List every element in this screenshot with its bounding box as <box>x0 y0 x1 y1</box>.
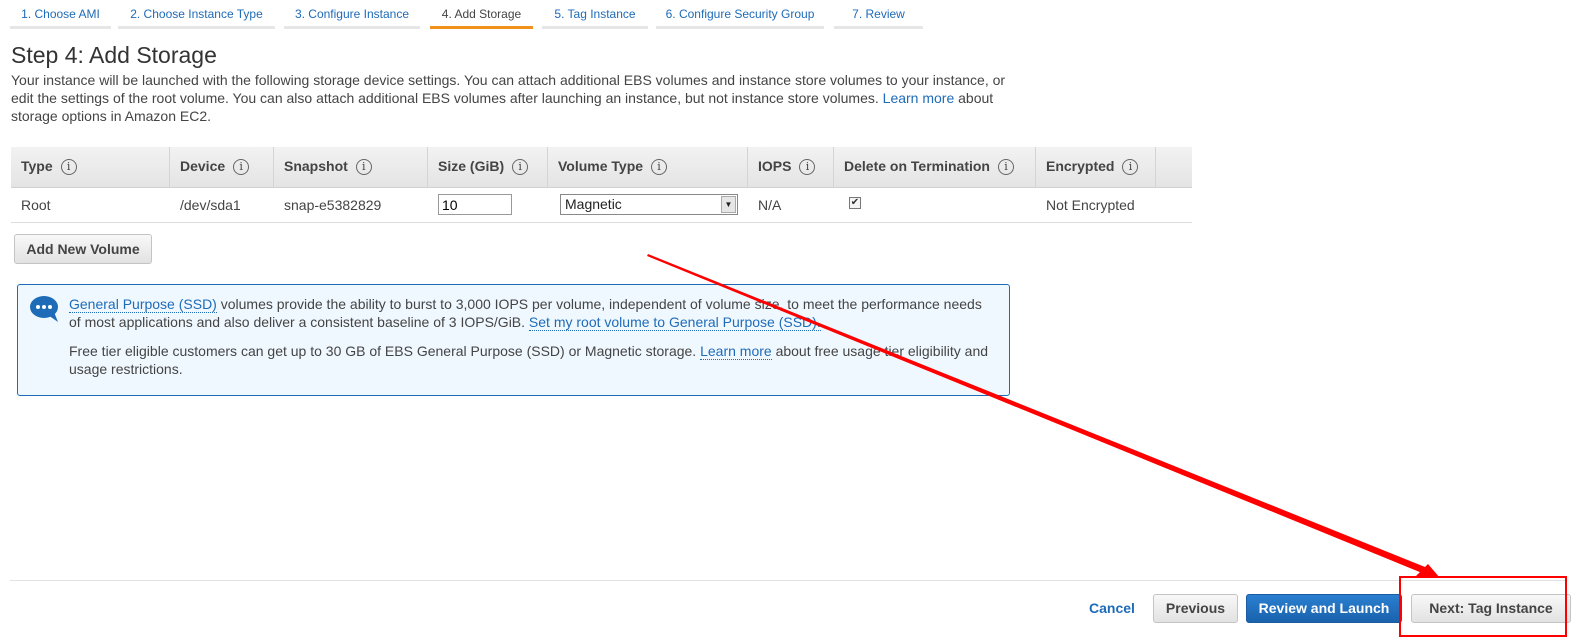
page-title: Step 4: Add Storage <box>11 42 217 68</box>
set-root-volume-link[interactable]: Set my root volume to General Purpose (S… <box>528 314 821 331</box>
info-icon[interactable]: i <box>799 159 816 176</box>
learn-more-link[interactable]: Learn more <box>883 90 955 106</box>
tab-tag-instance[interactable]: 5. Tag Instance <box>542 0 648 29</box>
info-icon[interactable]: i <box>997 159 1014 176</box>
description-text: Your instance will be launched with the … <box>11 72 1006 106</box>
volume-type-select[interactable]: Magnetic ▼ <box>560 194 738 215</box>
volume-type-value: Magnetic <box>565 196 622 212</box>
tab-add-storage[interactable]: 4. Add Storage <box>430 0 533 29</box>
cell-type: Root <box>21 197 51 213</box>
table-row: Root /dev/sda1 snap-e5382829 Magnetic ▼ … <box>11 188 1192 223</box>
column-type[interactable]: Type i <box>11 147 170 187</box>
cancel-link[interactable]: Cancel <box>1089 600 1135 616</box>
column-iops[interactable]: IOPS i <box>748 147 834 187</box>
info-icon[interactable]: i <box>1122 159 1139 176</box>
callout-paragraph-1: General Purpose (SSD) volumes provide th… <box>69 295 989 331</box>
column-snapshot[interactable]: Snapshot i <box>274 147 428 187</box>
cell-device: /dev/sda1 <box>180 197 241 213</box>
column-device[interactable]: Device i <box>170 147 274 187</box>
info-callout: General Purpose (SSD) volumes provide th… <box>17 284 1010 396</box>
table-header: Type i Device i Snapshot i Size (GiB) i Volu… <box>11 147 1192 188</box>
info-icon[interactable]: i <box>355 159 372 176</box>
page-description: Your instance will be launched with the … <box>11 71 1031 125</box>
tab-review[interactable]: 7. Review <box>834 0 923 29</box>
cell-snapshot: snap-e5382829 <box>284 197 382 213</box>
column-size[interactable]: Size (GiB) i <box>428 147 548 187</box>
tab-configure-instance[interactable]: 3. Configure Instance <box>284 0 420 29</box>
column-volume-type[interactable]: Volume Type i <box>548 147 748 187</box>
info-icon[interactable]: i <box>512 159 529 176</box>
free-tier-learn-more-link[interactable]: Learn more <box>700 343 772 360</box>
chat-bubble-icon <box>30 296 58 322</box>
annotation-arrowhead <box>1415 564 1440 578</box>
column-encrypted[interactable]: Encrypted i <box>1036 147 1156 187</box>
review-and-launch-button[interactable]: Review and Launch <box>1246 594 1402 623</box>
previous-button[interactable]: Previous <box>1153 594 1238 623</box>
info-icon[interactable]: i <box>233 159 250 176</box>
tab-configure-security-group[interactable]: 6. Configure Security Group <box>656 0 824 29</box>
info-icon[interactable]: i <box>651 159 668 176</box>
next-tag-instance-button[interactable]: Next: Tag Instance <box>1411 594 1571 623</box>
chevron-down-icon[interactable]: ▼ <box>721 196 736 213</box>
add-new-volume-button[interactable]: Add New Volume <box>14 234 152 264</box>
footer-divider <box>10 580 1565 581</box>
tab-choose-ami[interactable]: 1. Choose AMI <box>10 0 111 29</box>
size-input[interactable] <box>438 194 512 215</box>
info-icon[interactable]: i <box>60 159 77 176</box>
delete-on-termination-checkbox[interactable]: ✔ <box>849 197 861 209</box>
callout-text: Free tier eligible customers can get up … <box>69 343 701 359</box>
cell-encrypted: Not Encrypted <box>1046 197 1135 213</box>
tab-choose-instance-type[interactable]: 2. Choose Instance Type <box>118 0 275 29</box>
cell-iops: N/A <box>758 197 782 213</box>
callout-paragraph-2: Free tier eligible customers can get up … <box>69 342 989 378</box>
general-purpose-link[interactable]: General Purpose (SSD) <box>69 296 217 313</box>
column-delete-on-termination[interactable]: Delete on Termination i <box>834 147 1036 187</box>
